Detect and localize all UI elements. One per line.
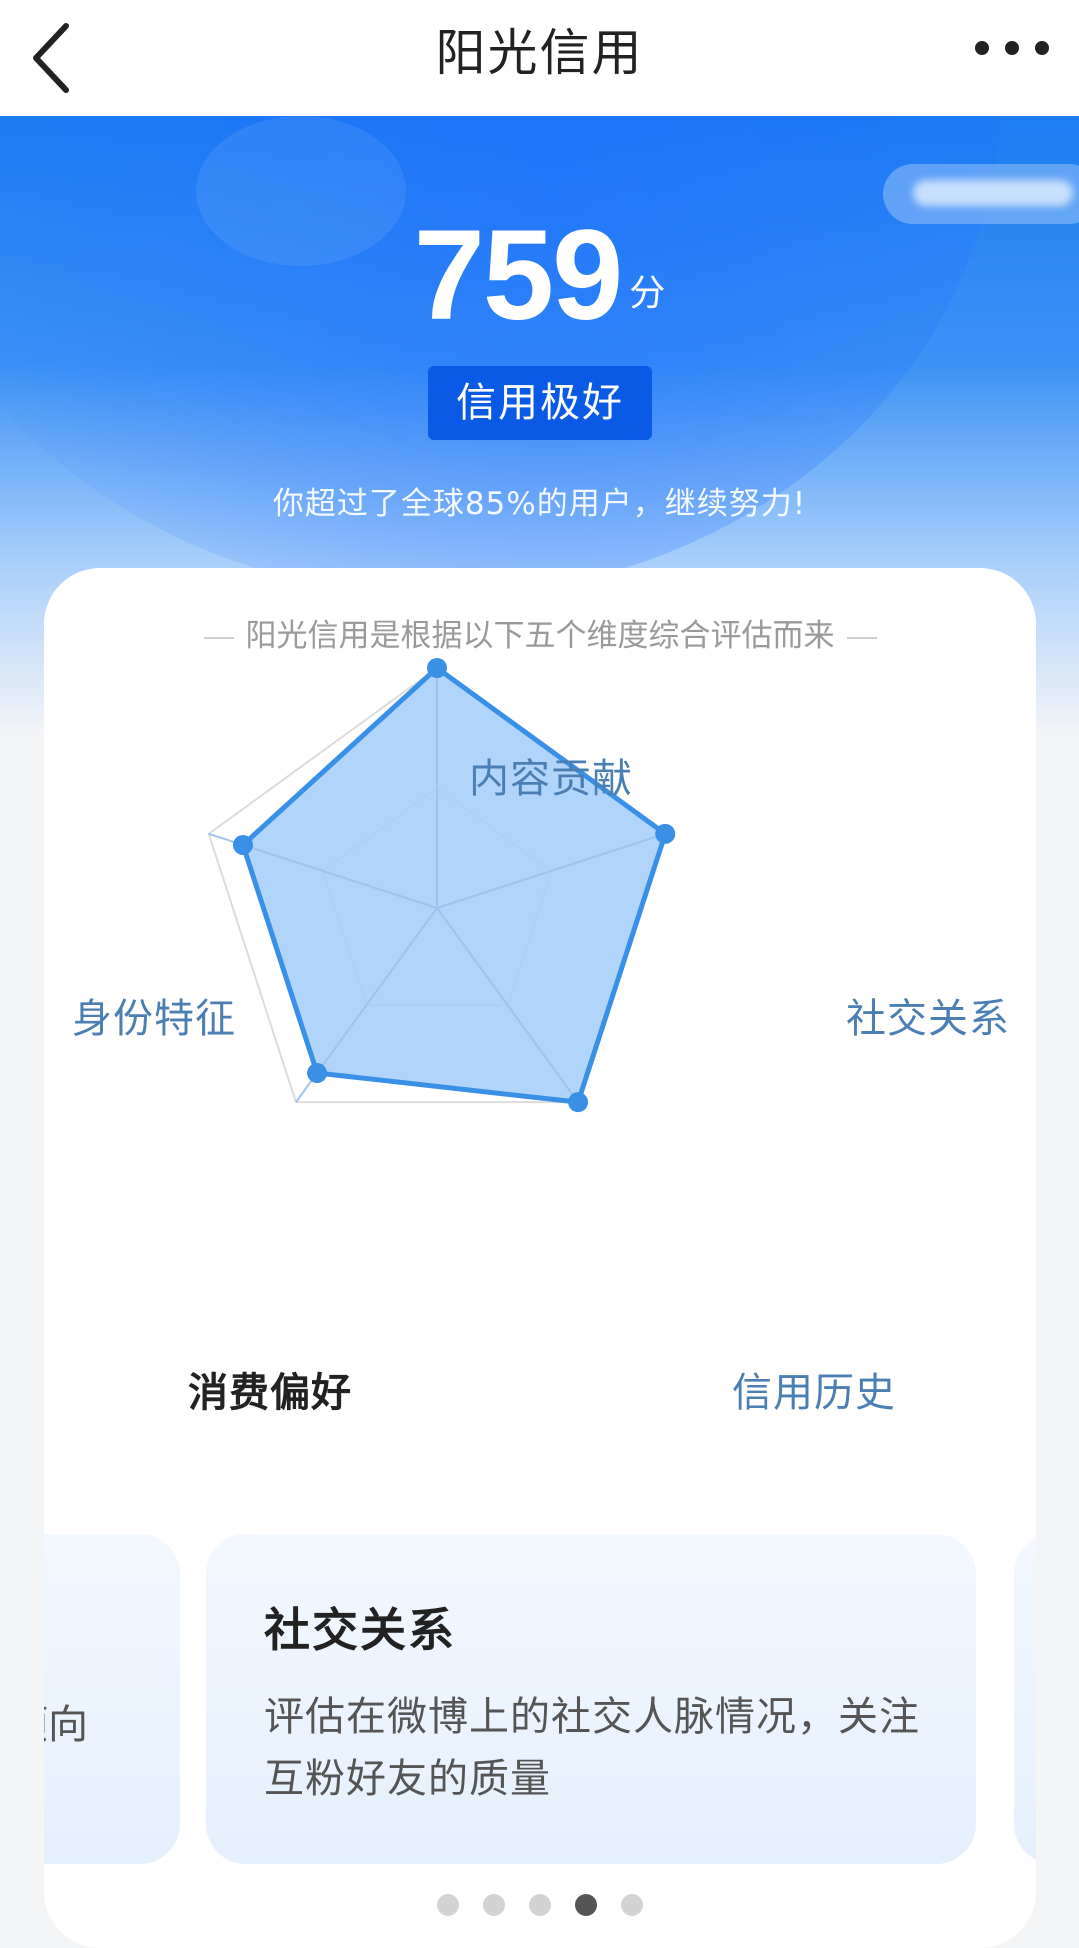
radar-point	[307, 1063, 328, 1084]
dimension-card: 阳光信用是根据以下五个维度综合评估而来 内容贡献 社交关系 信用历史 消费偏好 …	[44, 568, 1036, 1948]
score-display: 759 分	[0, 202, 1079, 349]
pagination-dot[interactable]	[621, 1894, 643, 1916]
carousel-slide-current[interactable]: 社交关系 评估在微博上的社交人脉情况，关注互粉好友的质量	[206, 1534, 976, 1864]
slide-title: 社交关系	[264, 1603, 456, 1657]
radar-label-consumption[interactable]: 消费偏好	[188, 1360, 352, 1418]
ranking-text: 你超过了全球85%的用户，继续努力!	[272, 486, 807, 522]
pagination-dot[interactable]	[483, 1894, 505, 1916]
dimension-carousel[interactable]: 倾向 社交关系 评估在微博上的社交人脉情况，关注互粉好友的质量	[44, 1534, 1036, 1864]
slide-description: 评估在微博上的社交人脉情况，关注互粉好友的质量	[264, 1694, 920, 1802]
radar-label-identity[interactable]: 身份特征	[72, 986, 236, 1044]
radar-point	[232, 834, 253, 855]
radar-label-content[interactable]: 内容贡献	[469, 746, 633, 804]
page-title: 阳光信用	[435, 24, 644, 82]
radar-label-social[interactable]: 社交关系	[846, 986, 1010, 1044]
radar-point	[568, 1092, 589, 1113]
more-horizontal-icon[interactable]	[971, 28, 1053, 68]
radar-score-area	[240, 665, 668, 1105]
score-value: 759	[413, 204, 624, 347]
carousel-slide-prev[interactable]: 倾向	[44, 1534, 180, 1864]
score-unit: 分	[629, 273, 666, 314]
radar-point	[655, 823, 676, 844]
pagination-dot-active[interactable]	[575, 1894, 597, 1916]
radar-chart	[207, 658, 676, 1113]
radar-point	[427, 658, 447, 678]
carousel-pagination	[44, 1894, 1036, 1920]
nav-bar: 阳光信用	[0, 0, 1079, 116]
credit-level-badge: 信用极好	[428, 366, 652, 440]
slide-prev-fragment: 倾向	[44, 1702, 88, 1748]
pagination-dot[interactable]	[437, 1894, 459, 1916]
pagination-dot[interactable]	[529, 1894, 551, 1916]
carousel-slide-next[interactable]	[1014, 1534, 1036, 1864]
decor-bubble	[0, 116, 1000, 596]
radar-label-history[interactable]: 信用历史	[732, 1360, 896, 1418]
